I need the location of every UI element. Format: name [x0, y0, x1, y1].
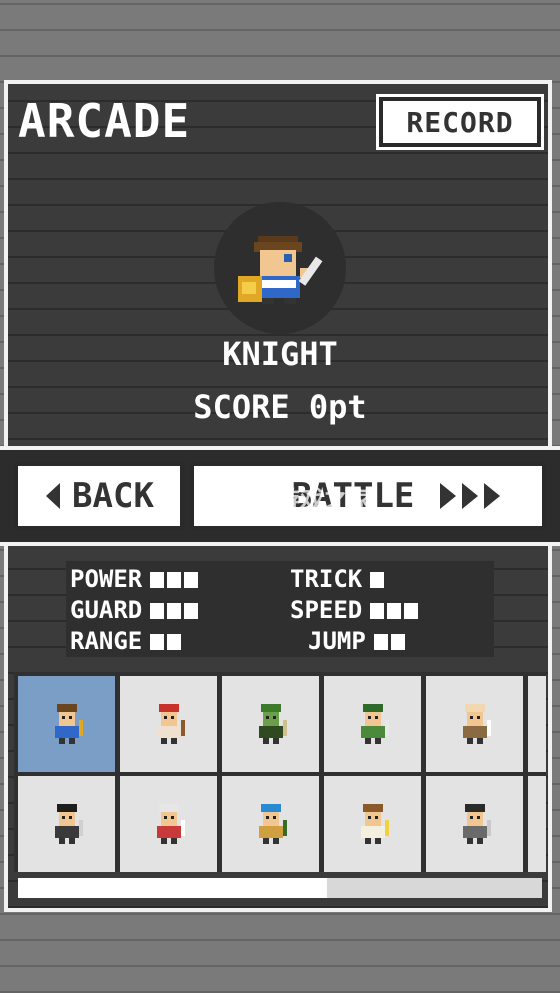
stat-speed: SPEED	[290, 596, 421, 625]
roster-cell[interactable]	[120, 676, 217, 772]
fox-mask-girl-icon	[156, 804, 185, 844]
score-value: 0pt	[308, 388, 367, 426]
score-display: SCORE 0pt	[0, 388, 560, 426]
stat-pip	[167, 634, 182, 650]
green-elf-icon	[360, 704, 389, 744]
score-label: SCORE	[193, 388, 290, 426]
red-archer-icon	[156, 704, 185, 744]
stat-bar	[370, 597, 421, 625]
stat-bar	[150, 597, 201, 625]
stat-pip	[184, 572, 199, 588]
roster-cell[interactable]	[120, 776, 217, 872]
stat-pip	[167, 603, 182, 619]
roster-cell-partial[interactable]	[528, 776, 546, 872]
character-portrait	[214, 202, 346, 334]
back-button-label: BACK	[72, 476, 154, 516]
character-roster	[14, 672, 546, 872]
stat-pip	[390, 634, 405, 650]
roster-cell[interactable]	[18, 676, 115, 772]
stat-bar	[373, 628, 408, 656]
record-button[interactable]: RECORD	[376, 94, 544, 150]
stat-pip	[373, 634, 388, 650]
black-hair-swordsman-icon	[54, 804, 83, 844]
knight-icon	[54, 704, 83, 744]
stat-trick: TRICK	[290, 565, 387, 594]
roster-cell[interactable]	[222, 676, 319, 772]
roster-cell[interactable]	[324, 676, 421, 772]
stat-range: RANGE	[70, 627, 184, 656]
stat-pip	[370, 572, 385, 588]
stat-power: POWER	[70, 565, 201, 594]
battle-button-label: BATTLE	[291, 476, 415, 516]
roster-cell[interactable]	[426, 676, 523, 772]
battle-button[interactable]: BATTLE	[190, 462, 546, 530]
bald-monk-icon	[462, 704, 491, 744]
stat-pip	[404, 603, 419, 619]
stat-bar	[370, 566, 387, 594]
stat-pip	[387, 603, 402, 619]
stat-bar	[150, 628, 184, 656]
stat-bar	[150, 566, 201, 594]
stat-pip	[370, 603, 385, 619]
mode-title: ARCADE	[18, 94, 191, 148]
roster-cell[interactable]	[18, 776, 115, 872]
roster-cell[interactable]	[426, 776, 523, 872]
stat-pip	[167, 572, 182, 588]
stat-pip	[150, 572, 165, 588]
back-button[interactable]: BACK	[14, 462, 184, 530]
green-goblin-icon	[258, 704, 287, 744]
stat-pip	[150, 603, 165, 619]
blue-hair-fighter-icon	[258, 804, 287, 844]
stat-guard: GUARD	[70, 596, 201, 625]
character-name: KNIGHT	[222, 335, 338, 373]
stat-pip	[184, 603, 199, 619]
fast-forward-icon	[440, 483, 501, 509]
roster-cell[interactable]	[324, 776, 421, 872]
stat-jump: JUMP	[308, 627, 408, 656]
roster-scroll-bar[interactable]	[18, 878, 542, 898]
roster-cell[interactable]	[222, 776, 319, 872]
stats-panel: POWER TRICK GUARD SPEED RANGE JUMP	[66, 561, 494, 657]
stat-pip	[150, 634, 165, 650]
dark-warrior-icon	[462, 804, 491, 844]
roster-cell-partial[interactable]	[528, 676, 546, 772]
angel-icon	[360, 804, 389, 844]
knight-icon	[238, 236, 323, 304]
back-arrow-icon	[46, 483, 61, 509]
roster-scroll-fill	[18, 878, 328, 898]
